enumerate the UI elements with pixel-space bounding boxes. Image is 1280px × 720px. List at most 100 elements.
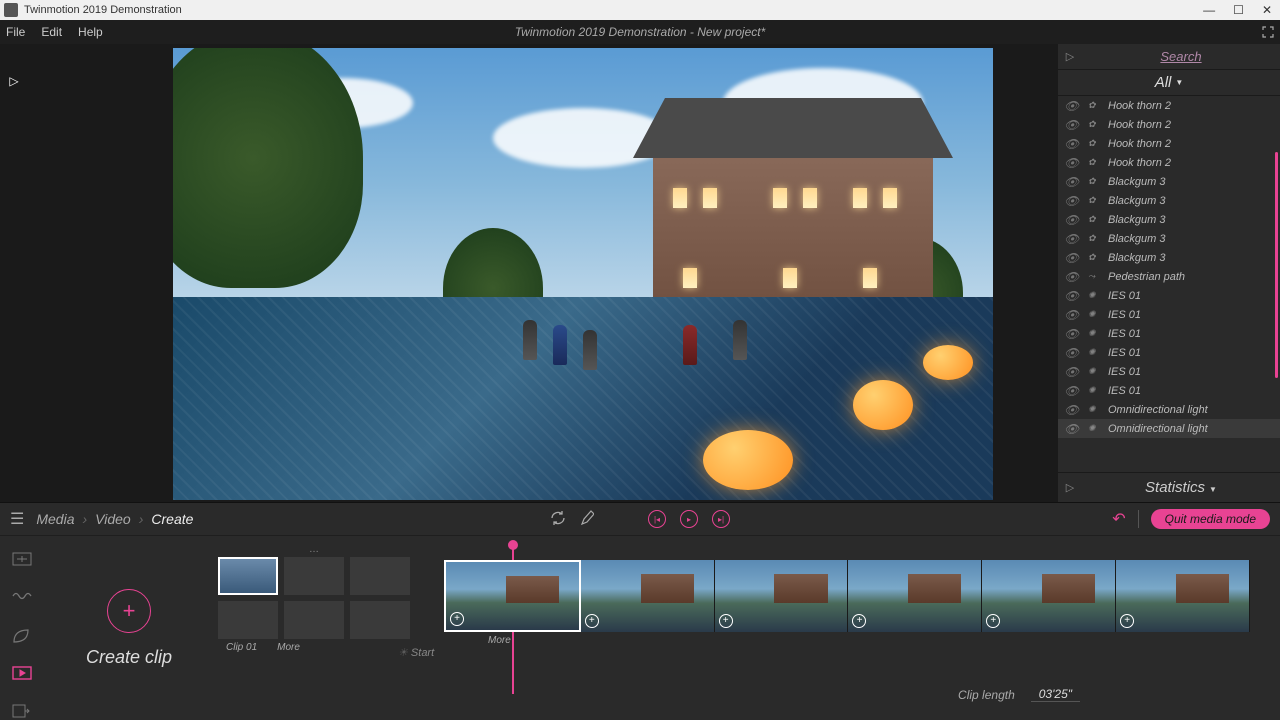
dock-menu-icon[interactable]: ☰	[10, 509, 24, 529]
scene-item[interactable]: 👁⤳Pedestrian path	[1058, 267, 1280, 286]
scene-item[interactable]: 👁✺IES 01	[1058, 324, 1280, 343]
brush-icon[interactable]	[580, 510, 594, 528]
clip-slot-empty[interactable]	[284, 601, 344, 639]
scene-list[interactable]: 👁✿Hook thorn 2👁✿Hook thorn 2👁✿Hook thorn…	[1058, 96, 1280, 472]
menu-file[interactable]: File	[6, 25, 25, 39]
visibility-toggle-icon[interactable]: 👁	[1064, 194, 1082, 208]
filmstrip[interactable]: + + + + + +	[444, 560, 1250, 632]
search-field[interactable]: Search	[1082, 49, 1280, 64]
visibility-toggle-icon[interactable]: 👁	[1064, 289, 1082, 303]
add-keyframe-icon[interactable]: +	[585, 614, 599, 628]
visibility-toggle-icon[interactable]: 👁	[1064, 346, 1082, 360]
filter-label: All	[1155, 74, 1172, 91]
visibility-toggle-icon[interactable]: 👁	[1064, 175, 1082, 189]
undo-icon[interactable]: ↶	[1112, 509, 1125, 529]
play-icon[interactable]: ▷	[9, 74, 18, 88]
create-clip-button[interactable]: +	[107, 589, 151, 633]
crumb-video[interactable]: Video	[95, 511, 131, 527]
play-button[interactable]: ▸	[680, 510, 698, 528]
timeline[interactable]: + + + + + + More Start Clip length 03'25…	[414, 536, 1280, 720]
prev-keyframe-button[interactable]: |◂	[648, 510, 666, 528]
add-keyframe-icon[interactable]: +	[450, 612, 464, 626]
refresh-icon[interactable]	[550, 510, 566, 528]
expand-icon[interactable]: ▷	[1058, 50, 1082, 63]
visibility-toggle-icon[interactable]: 👁	[1064, 327, 1082, 341]
scene-item[interactable]: 👁✺Omnidirectional light	[1058, 419, 1280, 438]
keyframe[interactable]: +	[1116, 560, 1250, 632]
filter-dropdown[interactable]: All ▼	[1058, 70, 1280, 96]
scene-item[interactable]: 👁✿Blackgum 3	[1058, 229, 1280, 248]
scene-item[interactable]: 👁✺IES 01	[1058, 381, 1280, 400]
statistics-row[interactable]: ▷ Statistics▼	[1058, 472, 1280, 502]
crumb-media[interactable]: Media	[36, 511, 74, 527]
3d-viewport[interactable]	[173, 48, 993, 500]
clip-slot-empty[interactable]	[218, 601, 278, 639]
scene-item[interactable]: 👁✿Hook thorn 2	[1058, 134, 1280, 153]
clip-thumb-01[interactable]	[218, 557, 278, 595]
visibility-toggle-icon[interactable]: 👁	[1064, 365, 1082, 379]
scene-item[interactable]: 👁✿Hook thorn 2	[1058, 153, 1280, 172]
scene-item-label: Pedestrian path	[1108, 271, 1185, 283]
scene-item[interactable]: 👁✿Blackgum 3	[1058, 191, 1280, 210]
fullscreen-icon[interactable]	[1262, 26, 1274, 38]
clip-slot-empty[interactable]	[284, 557, 344, 595]
visibility-toggle-icon[interactable]: 👁	[1064, 308, 1082, 322]
keyframe[interactable]: +	[444, 560, 581, 632]
caret-down-icon: ▼	[1175, 78, 1183, 87]
scene-item[interactable]: 👁✺IES 01	[1058, 343, 1280, 362]
scene-item-label: IES 01	[1108, 328, 1141, 340]
main-area: ▷	[0, 44, 1280, 502]
visibility-toggle-icon[interactable]: 👁	[1064, 213, 1082, 227]
visibility-toggle-icon[interactable]: 👁	[1064, 270, 1082, 284]
visibility-toggle-icon[interactable]: 👁	[1064, 403, 1082, 417]
visibility-toggle-icon[interactable]: 👁	[1064, 118, 1082, 132]
keyframe[interactable]: +	[581, 560, 715, 632]
scene-item[interactable]: 👁✺IES 01	[1058, 305, 1280, 324]
next-keyframe-button[interactable]: ▸|	[712, 510, 730, 528]
expand-icon[interactable]: ▷	[1058, 481, 1082, 494]
quit-media-button[interactable]: Quit media mode	[1151, 509, 1270, 529]
visibility-toggle-icon[interactable]: 👁	[1064, 384, 1082, 398]
minimize-button[interactable]: —	[1203, 3, 1215, 17]
visibility-toggle-icon[interactable]: 👁	[1064, 232, 1082, 246]
menu-help[interactable]: Help	[78, 25, 103, 39]
scene-item[interactable]: 👁✺Omnidirectional light	[1058, 400, 1280, 419]
keyframe[interactable]: +	[982, 560, 1116, 632]
clip-length-value[interactable]: 03'25"	[1031, 687, 1080, 702]
keyframe[interactable]: +	[848, 560, 982, 632]
add-keyframe-icon[interactable]: +	[986, 614, 1000, 628]
add-keyframe-icon[interactable]: +	[852, 614, 866, 628]
maximize-button[interactable]: ☐	[1233, 3, 1244, 17]
menubar: File Edit Help Twinmotion 2019 Demonstra…	[0, 20, 1280, 44]
visibility-toggle-icon[interactable]: 👁	[1064, 422, 1082, 436]
scrollbar[interactable]	[1275, 96, 1278, 472]
tool-wave-icon[interactable]	[12, 590, 32, 606]
tool-import-icon[interactable]	[12, 552, 32, 568]
more-label[interactable]: More	[277, 642, 300, 653]
add-keyframe-icon[interactable]: +	[719, 614, 733, 628]
app-icon	[4, 3, 18, 17]
tool-leaf-icon[interactable]	[12, 628, 32, 644]
scene-item[interactable]: 👁✿Hook thorn 2	[1058, 96, 1280, 115]
scene-item[interactable]: 👁✿Blackgum 3	[1058, 248, 1280, 267]
scene-item[interactable]: 👁✺IES 01	[1058, 286, 1280, 305]
tool-media-icon[interactable]	[12, 666, 32, 682]
scene-item[interactable]: 👁✺IES 01	[1058, 362, 1280, 381]
menu-edit[interactable]: Edit	[41, 25, 62, 39]
visibility-toggle-icon[interactable]: 👁	[1064, 156, 1082, 170]
clip-slot-empty[interactable]	[350, 557, 410, 595]
close-button[interactable]: ✕	[1262, 3, 1272, 17]
tool-export-icon[interactable]	[12, 704, 32, 720]
keyframe[interactable]: +	[715, 560, 849, 632]
crumb-create[interactable]: Create	[151, 511, 193, 527]
scene-item[interactable]: 👁✿Blackgum 3	[1058, 172, 1280, 191]
visibility-toggle-icon[interactable]: 👁	[1064, 99, 1082, 113]
clip-slot-empty[interactable]	[350, 601, 410, 639]
scene-item[interactable]: 👁✿Blackgum 3	[1058, 210, 1280, 229]
visibility-toggle-icon[interactable]: 👁	[1064, 137, 1082, 151]
more-dots[interactable]: …	[214, 544, 414, 555]
visibility-toggle-icon[interactable]: 👁	[1064, 251, 1082, 265]
scene-item[interactable]: 👁✿Hook thorn 2	[1058, 115, 1280, 134]
filmstrip-more[interactable]: More	[488, 635, 1250, 646]
add-keyframe-icon[interactable]: +	[1120, 614, 1134, 628]
